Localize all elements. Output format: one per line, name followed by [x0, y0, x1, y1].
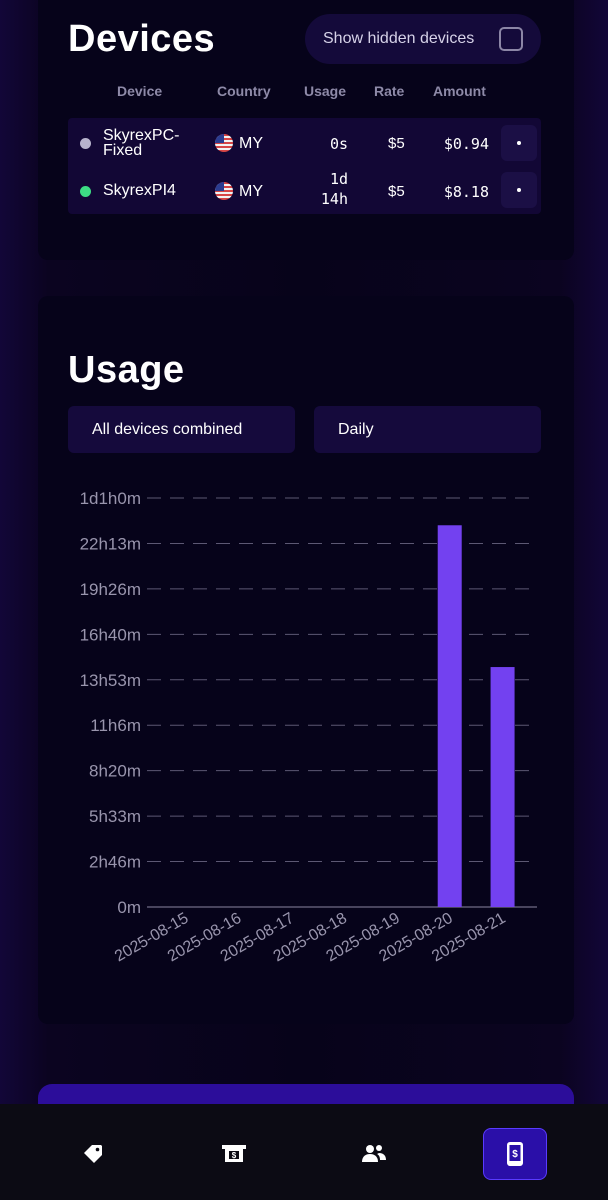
period-select-value: Daily — [338, 420, 374, 438]
device-country: MY — [239, 135, 263, 152]
bar-2025-08-21[interactable] — [490, 667, 515, 907]
nav-devices[interactable]: $ — [483, 1128, 547, 1180]
devices-title: Devices — [68, 18, 216, 60]
device-country: MY — [239, 183, 263, 200]
show-hidden-label: Show hidden devices — [323, 30, 475, 47]
tag-icon — [84, 1145, 102, 1163]
svg-text:$: $ — [232, 1151, 237, 1160]
more-vertical-icon — [517, 141, 521, 145]
bottom-nav: $ $ — [0, 1104, 608, 1200]
device-amount: $8.18 — [443, 183, 489, 201]
users-icon — [362, 1145, 386, 1162]
y-tick-label: 22h13m — [80, 534, 141, 553]
column-header-amount[interactable]: Amount — [433, 83, 486, 99]
show-hidden-checkbox[interactable] — [499, 27, 523, 51]
y-tick-label: 19h26m — [80, 580, 141, 599]
column-header-rate[interactable]: Rate — [374, 83, 404, 99]
devices-table: SkyrexPC- Fixed MY 0s $5 $0.94 SkyrexPI4 … — [68, 118, 541, 214]
nav-referrals[interactable] — [342, 1128, 406, 1180]
svg-text:$: $ — [512, 1149, 518, 1160]
y-tick-label: 13h53m — [80, 671, 141, 690]
more-vertical-icon — [517, 188, 521, 192]
y-tick-label: 16h40m — [80, 625, 141, 644]
table-row[interactable]: SkyrexPC- Fixed MY 0s $5 $0.94 — [68, 118, 541, 166]
usage-title: Usage — [68, 349, 185, 391]
column-header-country[interactable]: Country — [217, 83, 271, 99]
nav-earnings[interactable]: $ — [202, 1128, 266, 1180]
nav-pricing[interactable] — [61, 1128, 125, 1180]
column-header-usage[interactable]: Usage — [304, 83, 346, 99]
device-usage: 1d 14h — [320, 170, 348, 208]
usage-chart: 0m 2h46m 5h33m 8h20m 11h6m 13h53m 16h40m 19h26m… — [80, 489, 537, 965]
period-select[interactable]: Daily — [314, 406, 541, 453]
status-dot — [80, 186, 91, 197]
status-dot — [80, 138, 91, 149]
us-flag-icon — [215, 134, 233, 152]
device-rate: $5 — [388, 183, 405, 200]
phone-dollar-icon: $ — [507, 1142, 523, 1166]
table-row[interactable]: SkyrexPI4 MY 1d 14h $5 $8.18 — [68, 166, 541, 214]
money-icon: $ — [222, 1145, 246, 1162]
y-tick-label: 5h33m — [89, 807, 141, 826]
device-amount: $0.94 — [443, 135, 489, 153]
row-menu-button[interactable] — [501, 172, 537, 208]
y-tick-label: 8h20m — [89, 762, 141, 781]
device-select[interactable]: All devices combined — [68, 406, 295, 453]
device-select-value: All devices combined — [92, 420, 243, 438]
y-tick-label: 1d1h0m — [80, 489, 141, 508]
device-rate: $5 — [388, 135, 405, 152]
y-tick-label: 11h6m — [90, 716, 141, 735]
us-flag-icon — [215, 182, 233, 200]
show-hidden-devices-toggle[interactable]: Show hidden devices — [305, 14, 541, 64]
device-name: SkyrexPC- Fixed — [103, 127, 180, 159]
y-tick-label: 0m — [117, 898, 141, 917]
row-menu-button[interactable] — [501, 125, 537, 161]
device-name: SkyrexPI4 — [103, 182, 176, 199]
bar-2025-08-20[interactable] — [437, 525, 462, 907]
app-page: Devices Show hidden devices Device Count… — [0, 0, 608, 1200]
column-header-device[interactable]: Device — [117, 83, 162, 99]
device-usage: 0s — [329, 135, 348, 153]
y-tick-label: 2h46m — [89, 853, 141, 872]
